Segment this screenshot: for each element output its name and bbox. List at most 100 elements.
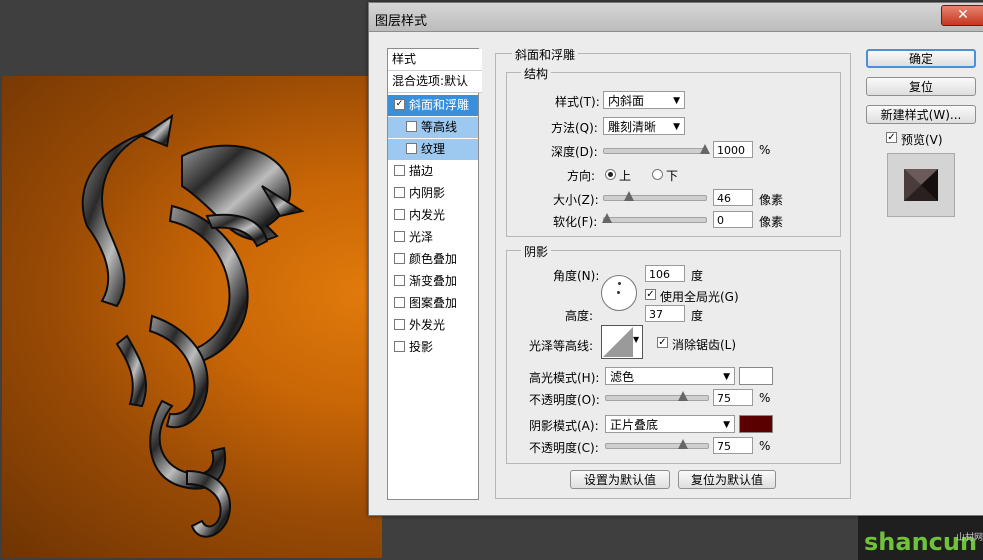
dropdown-arrow-icon: ▼ (633, 335, 640, 344)
style-item-contour[interactable]: 等高线 (388, 117, 478, 138)
shading-group: 阴影 角度(N): 106 度 ✓ 使用全局光(G) 高度: 37 度 光泽等高… (506, 243, 841, 464)
depth-input[interactable]: 1000 (713, 141, 753, 158)
reset-button[interactable]: 复位 (866, 77, 976, 96)
angle-label: 角度(N): (553, 269, 600, 283)
size-unit: 像素 (759, 193, 784, 207)
style-preview-thumbnail (887, 153, 955, 217)
style-item-drop-shadow[interactable]: 投影 (388, 337, 478, 358)
size-slider[interactable] (603, 191, 707, 201)
style-item-pattern-overlay[interactable]: 图案叠加 (388, 293, 478, 314)
document-canvas[interactable] (2, 76, 382, 558)
highlight-opacity-unit: % (759, 391, 771, 405)
structure-title: 结构 (521, 65, 552, 82)
close-button[interactable]: ✕ (941, 5, 983, 26)
highlight-opacity-label: 不透明度(O): (529, 393, 600, 407)
checkbox-icon[interactable] (394, 253, 405, 264)
soften-input[interactable]: 0 (713, 211, 753, 228)
style-item-color-overlay[interactable]: 颜色叠加 (388, 249, 478, 270)
style-item-outer-glow[interactable]: 外发光 (388, 315, 478, 336)
angle-unit: 度 (691, 269, 704, 283)
style-item-stroke[interactable]: 描边 (388, 161, 478, 182)
depth-unit: % (759, 143, 771, 157)
style-item-texture[interactable]: 纹理 (388, 139, 478, 160)
highlight-opacity-slider[interactable] (605, 391, 709, 401)
style-item-bevel[interactable]: ✓ 斜面和浮雕 (388, 95, 478, 116)
style-item-gradient-overlay[interactable]: 渐变叠加 (388, 271, 478, 292)
slider-thumb-icon[interactable] (678, 391, 688, 401)
preview-label: 预览(V) (901, 133, 943, 147)
contour-curve-icon (603, 327, 633, 357)
blend-options-item[interactable]: 混合选项:默认 (388, 71, 482, 93)
highlight-mode-label: 高光模式(H): (529, 371, 600, 385)
bevel-emboss-group: 斜面和浮雕 结构 样式(T): 内斜面 ▼ 方法(Q): 雕刻清晰 ▼ 深度(D):… (495, 46, 851, 499)
bevel-preview-icon (904, 169, 938, 201)
slider-thumb-icon[interactable] (602, 213, 612, 223)
global-light-label: 使用全局光(G) (660, 290, 739, 304)
slider-thumb-icon[interactable] (700, 144, 710, 154)
dropdown-arrow-icon: ▼ (673, 122, 680, 132)
slider-thumb-icon[interactable] (678, 439, 688, 449)
preview-checkbox[interactable]: ✓ (886, 132, 897, 143)
soften-unit: 像素 (759, 215, 784, 229)
style-item-inner-glow[interactable]: 内发光 (388, 205, 478, 226)
antialias-label: 消除锯齿(L) (672, 338, 737, 352)
global-light-checkbox[interactable]: ✓ (645, 289, 656, 300)
bevel-style-select[interactable]: 内斜面 ▼ (603, 91, 685, 109)
checkbox-icon[interactable] (394, 275, 405, 286)
checkbox-icon[interactable] (394, 231, 405, 242)
style-label: 样式(T): (555, 95, 600, 109)
direction-down-radio[interactable] (652, 169, 663, 180)
direction-up-radio[interactable] (605, 169, 616, 180)
angle-dial[interactable] (601, 275, 637, 311)
gloss-contour-label: 光泽等高线: (529, 339, 594, 353)
checkbox-icon[interactable] (394, 165, 405, 176)
dialog-title: 图层样式 (375, 14, 428, 29)
checkbox-icon[interactable] (394, 209, 405, 220)
checkbox-icon[interactable]: ✓ (394, 99, 405, 110)
shadow-opacity-unit: % (759, 439, 771, 453)
direction-up-label: 上 (619, 169, 632, 183)
shadow-opacity-slider[interactable] (605, 439, 709, 449)
canvas-edge-strip: shancun 山村网 (858, 514, 983, 560)
reset-default-button[interactable]: 复位为默认值 (678, 470, 776, 489)
dropdown-arrow-icon: ▼ (723, 420, 730, 430)
checkbox-icon[interactable] (394, 187, 405, 198)
antialias-checkbox[interactable]: ✓ (657, 337, 668, 348)
ok-button[interactable]: 确定 (866, 49, 976, 68)
dialog-titlebar[interactable]: 图层样式 ✕ (369, 3, 983, 32)
checkbox-icon[interactable] (406, 143, 417, 154)
angle-input[interactable]: 106 (645, 265, 685, 282)
technique-select[interactable]: 雕刻清晰 ▼ (603, 117, 685, 135)
soften-slider[interactable] (602, 213, 707, 223)
highlight-opacity-input[interactable]: 75 (713, 389, 753, 406)
make-default-button[interactable]: 设置为默认值 (570, 470, 670, 489)
new-style-button[interactable]: 新建样式(W)... (866, 105, 976, 124)
size-label: 大小(Z): (553, 193, 599, 207)
checkbox-icon[interactable] (394, 297, 405, 308)
gloss-contour-picker[interactable]: ▼ (601, 325, 643, 359)
style-item-inner-shadow[interactable]: 内阴影 (388, 183, 478, 204)
depth-label: 深度(D): (551, 145, 598, 159)
shadow-mode-select[interactable]: 正片叠底 ▼ (605, 415, 735, 433)
checkbox-icon[interactable] (406, 121, 417, 132)
style-item-satin[interactable]: 光泽 (388, 227, 478, 248)
watermark-sub: 山村网 (956, 533, 983, 543)
soften-label: 软化(F): (553, 215, 598, 229)
altitude-input[interactable]: 37 (645, 305, 685, 322)
shadow-opacity-input[interactable]: 75 (713, 437, 753, 454)
depth-slider[interactable] (603, 144, 710, 154)
checkbox-icon[interactable] (394, 319, 405, 330)
checkbox-icon[interactable] (394, 341, 405, 352)
style-list-header[interactable]: 样式 (388, 49, 482, 71)
size-input[interactable]: 46 (713, 189, 753, 206)
highlight-color-swatch[interactable] (739, 367, 773, 385)
dropdown-arrow-icon: ▼ (673, 96, 680, 106)
dropdown-arrow-icon: ▼ (723, 372, 730, 382)
slider-thumb-icon[interactable] (624, 191, 634, 201)
direction-label: 方向: (567, 169, 596, 183)
direction-down-label: 下 (666, 169, 679, 183)
shadow-color-swatch[interactable] (739, 415, 773, 433)
highlight-mode-select[interactable]: 滤色 ▼ (605, 367, 735, 385)
altitude-unit: 度 (691, 309, 704, 323)
shadow-mode-label: 阴影模式(A): (529, 419, 599, 433)
